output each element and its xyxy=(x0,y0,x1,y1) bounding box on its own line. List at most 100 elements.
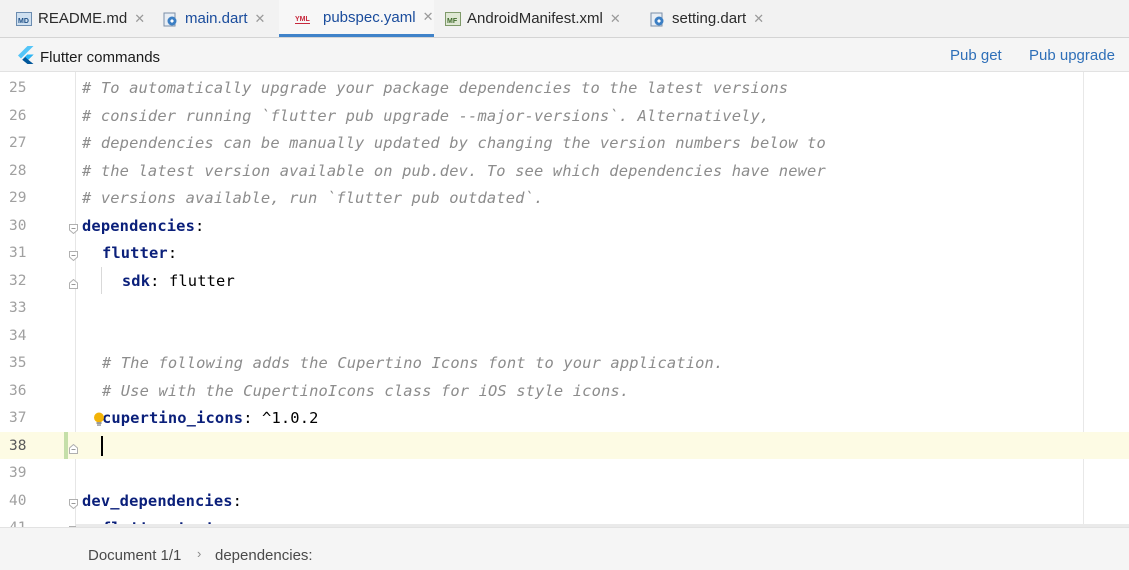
close-icon[interactable]: ✕ xyxy=(134,11,145,27)
tab-android-manifest[interactable]: MF AndroidManifest.xml ✕ xyxy=(429,0,634,37)
breadcrumb-separator: › xyxy=(197,546,202,561)
tab-label: setting.dart xyxy=(672,10,747,27)
tab-label: main.dart xyxy=(185,10,248,27)
yaml-key: dev_dependencies xyxy=(82,491,233,510)
tab-label: README.md xyxy=(38,10,128,27)
breadcrumb-document[interactable]: Document 1/1 xyxy=(88,547,181,564)
tab-main-dart[interactable]: main.dart ✕ xyxy=(147,0,277,37)
yaml-key: cupertino_icons xyxy=(101,409,244,427)
line-number: 38 xyxy=(9,437,27,454)
code-text: flutter: xyxy=(102,244,177,262)
close-icon[interactable]: ✕ xyxy=(255,11,266,27)
code-text: # To automatically upgrade your package … xyxy=(82,79,788,97)
code-line[interactable]: 27 # dependencies can be manually updated… xyxy=(0,129,1129,157)
breadcrumb-bar: Document 1/1 › dependencies: xyxy=(0,527,1129,570)
code-line[interactable]: 29 # versions available, run `flutter pub… xyxy=(0,184,1129,212)
code-text: sdk: flutter xyxy=(122,272,235,290)
code-text: # Use with the CupertinoIcons class for … xyxy=(102,382,629,400)
line-number: 32 xyxy=(9,272,27,289)
code-text: # The following adds the Cupertino Icons… xyxy=(102,354,723,372)
yaml-comment: # versions available, run `flutter pub o… xyxy=(82,189,544,207)
code-line[interactable]: 32 sdk: flutter xyxy=(0,267,1129,295)
markdown-file-icon: MD xyxy=(16,11,32,26)
line-number: 41 xyxy=(9,520,26,527)
tab-readme[interactable]: MD README.md ✕ xyxy=(0,0,155,37)
yaml-comment: # consider running `flutter pub upgrade … xyxy=(82,106,770,125)
line-number: 25 xyxy=(9,80,27,96)
tab-setting-dart[interactable]: setting.dart ✕ xyxy=(634,0,784,37)
yaml-file-icon: YML xyxy=(295,16,310,24)
tab-label: AndroidManifest.xml xyxy=(467,10,603,27)
yaml-separator: : xyxy=(195,216,205,235)
dart-file-icon xyxy=(650,12,666,26)
breadcrumb-path[interactable]: dependencies: xyxy=(215,547,313,564)
code-text: # the latest version available on pub.de… xyxy=(82,162,826,180)
flutter-commands-title: Flutter commands xyxy=(18,46,160,68)
fold-expanded-icon[interactable] xyxy=(69,221,78,234)
tab-pubspec-yaml[interactable]: YML pubspec.yaml ✕ xyxy=(279,0,434,37)
flutter-logo-icon xyxy=(18,46,34,68)
yaml-value: ^1.0.2 xyxy=(262,409,319,427)
code-line[interactable]: 38 xyxy=(0,431,1129,459)
yaml-comment: # dependencies can be manually updated b… xyxy=(82,134,826,152)
yaml-separator: : xyxy=(150,271,169,290)
yaml-value: flutter xyxy=(168,271,235,290)
yaml-key: sdk xyxy=(121,271,151,290)
code-line[interactable]: 31 flutter: xyxy=(0,239,1129,267)
code-line[interactable]: 40 dev_dependencies: xyxy=(0,487,1129,515)
yaml-separator: : xyxy=(232,491,243,510)
line-number: 30 xyxy=(9,217,27,234)
line-number: 34 xyxy=(9,327,27,344)
code-text: # consider running `flutter pub upgrade … xyxy=(82,107,769,125)
line-number: 40 xyxy=(9,492,27,509)
code-text: dependencies: xyxy=(82,217,204,235)
indent-guide xyxy=(101,266,102,294)
fold-end-icon[interactable] xyxy=(69,276,78,289)
line-number: 36 xyxy=(9,382,27,399)
line-number: 28 xyxy=(9,162,27,179)
code-text: cupertino_icons: ^1.0.2 xyxy=(102,409,319,427)
line-number: 26 xyxy=(9,107,27,124)
close-icon[interactable]: ✕ xyxy=(753,11,764,27)
line-number: 27 xyxy=(9,135,27,151)
code-text: # versions available, run `flutter pub o… xyxy=(82,189,543,207)
code-line[interactable]: 36 # Use with the CupertinoIcons class fo… xyxy=(0,377,1129,405)
text-cursor xyxy=(101,435,103,456)
editor-tab-bar: MD README.md ✕ main.dart ✕ YML pubspec.y… xyxy=(0,0,1129,38)
flutter-commands-bar: Flutter commands Pub get Pub upgrade xyxy=(0,38,1129,72)
code-line[interactable]: 28 # the latest version available on pub.… xyxy=(0,157,1129,185)
change-marker[interactable] xyxy=(64,431,68,459)
pub-get-link[interactable]: Pub get xyxy=(950,47,1002,64)
yaml-comment: # the latest version available on pub.de… xyxy=(82,161,826,180)
lightbulb-icon[interactable] xyxy=(93,412,105,426)
yaml-key: flutter xyxy=(101,244,168,262)
code-line[interactable]: 26 # consider running `flutter pub upgrad… xyxy=(0,102,1129,130)
dart-file-icon xyxy=(163,12,179,26)
code-line[interactable]: 30 dependencies: xyxy=(0,212,1129,240)
fold-expanded-icon[interactable] xyxy=(69,496,78,509)
tab-label: pubspec.yaml xyxy=(323,8,416,26)
code-line[interactable]: 37 cupertino_icons: ^1.0.2 xyxy=(0,404,1129,432)
yaml-comment: # To automatically upgrade your package … xyxy=(82,79,789,97)
pub-upgrade-link[interactable]: Pub upgrade xyxy=(1029,47,1115,64)
yaml-separator: : xyxy=(243,409,263,427)
manifest-file-icon: MF xyxy=(445,11,461,26)
fold-end-icon[interactable] xyxy=(69,441,78,454)
line-number: 31 xyxy=(9,245,27,261)
code-line[interactable]: 39 xyxy=(0,459,1129,487)
close-icon[interactable]: ✕ xyxy=(610,11,621,27)
flutter-commands-label: Flutter commands xyxy=(40,48,161,66)
code-line[interactable]: 35 # The following adds the Cupertino Ico… xyxy=(0,349,1129,377)
code-line[interactable]: 33 xyxy=(0,294,1129,322)
code-text: # dependencies can be manually updated b… xyxy=(82,134,826,152)
code-editor[interactable]: 25 # To automatically upgrade your packag… xyxy=(0,72,1129,527)
code-line[interactable]: 25 # To automatically upgrade your packag… xyxy=(0,74,1129,102)
yaml-comment: # Use with the CupertinoIcons class for … xyxy=(101,381,630,400)
line-number: 29 xyxy=(9,190,27,206)
line-number: 33 xyxy=(9,300,27,316)
code-line[interactable]: 34 xyxy=(0,322,1129,350)
line-number: 35 xyxy=(9,355,27,371)
line-number: 39 xyxy=(9,465,27,481)
yaml-key: dependencies xyxy=(82,216,195,235)
fold-expanded-icon[interactable] xyxy=(69,248,78,262)
